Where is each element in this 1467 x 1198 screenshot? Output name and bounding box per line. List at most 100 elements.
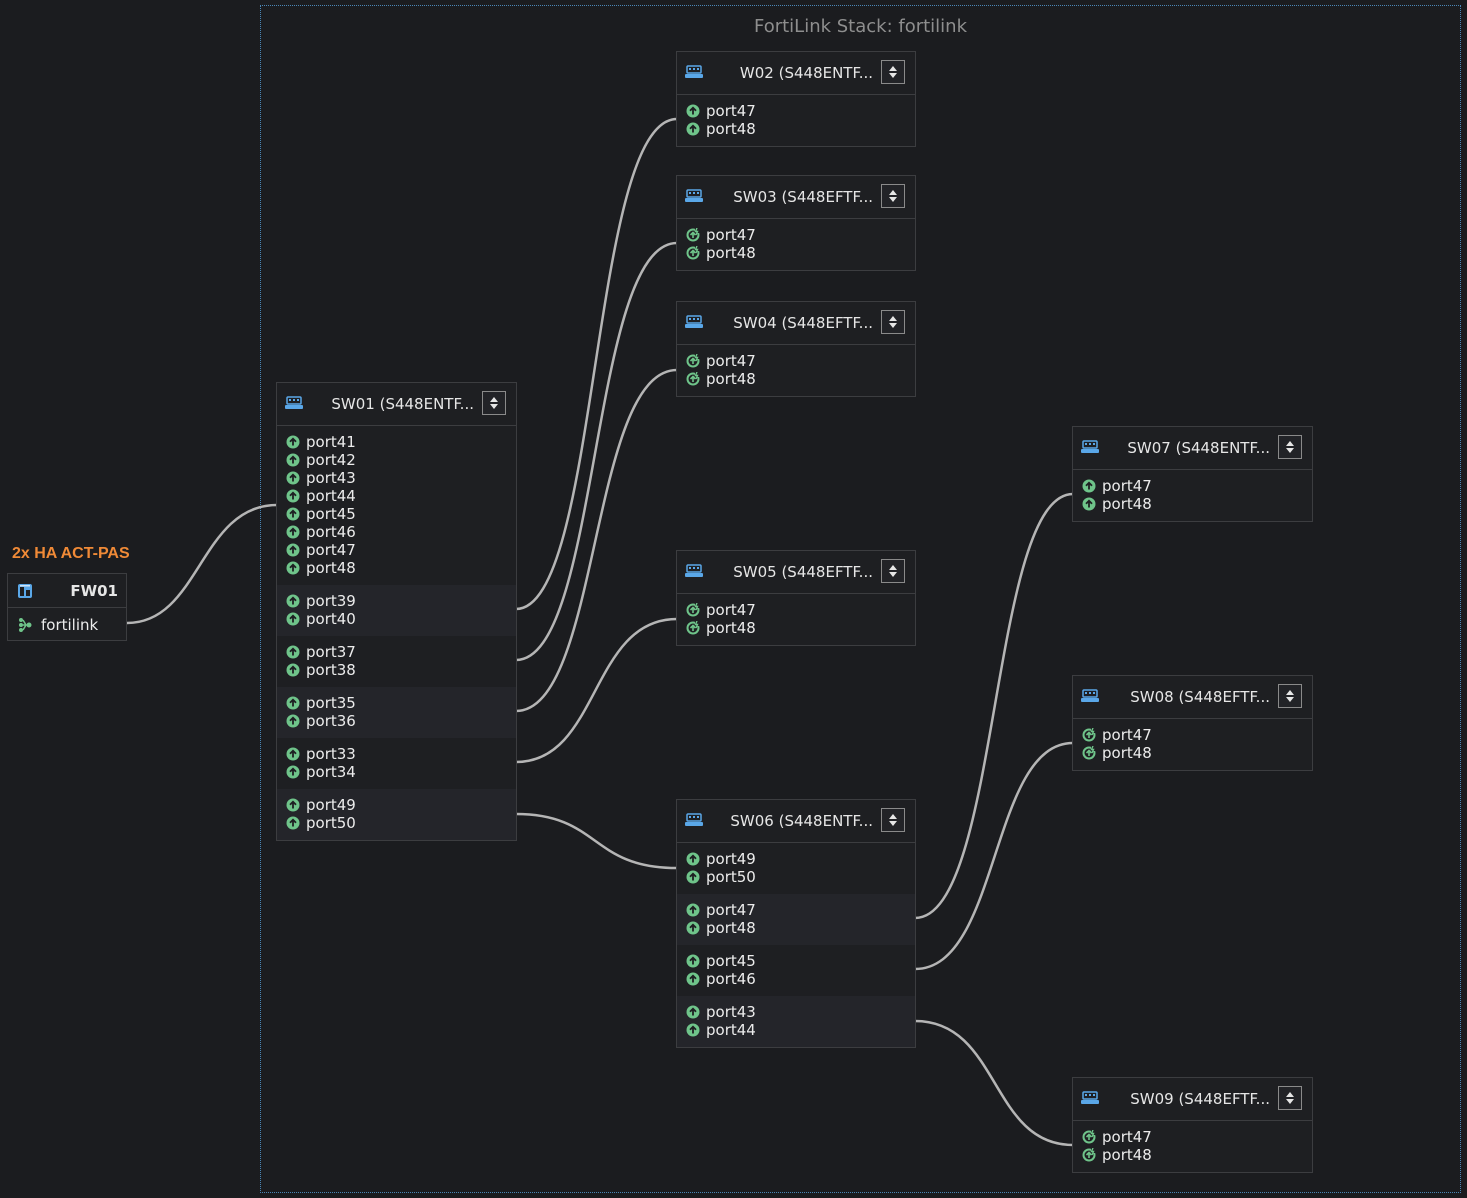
switch-node-sw05[interactable]: SW05 (S448EFTF... port47 port48 (676, 550, 916, 646)
port-row[interactable]: port48 (677, 370, 915, 388)
port-row[interactable]: port41 (277, 433, 516, 451)
port-label: port44 (706, 1021, 756, 1039)
port-sort-button[interactable] (1278, 1086, 1302, 1110)
port-up-icon (686, 903, 700, 917)
port-row[interactable]: port34 (277, 763, 516, 781)
port-up-icon (286, 714, 300, 728)
switch-icon (1081, 440, 1099, 453)
port-row[interactable]: port45 (677, 952, 915, 970)
port-row[interactable]: port46 (677, 970, 915, 988)
port-label: port44 (306, 487, 356, 505)
port-sort-button[interactable] (881, 184, 905, 208)
switch-node-sw08[interactable]: SW08 (S448EFTF... port47 port48 (1072, 675, 1313, 771)
port-row[interactable]: port43 (277, 469, 516, 487)
port-row[interactable]: port47 (677, 901, 915, 919)
port-row[interactable]: port47 (1073, 1128, 1312, 1146)
port-up-icon (286, 471, 300, 485)
port-row[interactable]: port37 (277, 643, 516, 661)
switch-title: SW07 (S448ENTF... (1127, 439, 1270, 457)
port-row[interactable]: port43 (677, 1003, 915, 1021)
port-group: port47 port48 (1073, 1121, 1312, 1172)
port-sort-button[interactable] (881, 310, 905, 334)
port-label: port48 (1102, 744, 1152, 762)
switch-icon (685, 564, 703, 577)
port-row[interactable]: port39 (277, 592, 516, 610)
switch-title: SW04 (S448EFTF... (733, 314, 873, 332)
switch-node-sw09[interactable]: SW09 (S448EFTF... port47 port48 (1072, 1077, 1313, 1173)
switch-node-sw02[interactable]: W02 (S448ENTF... port47 port48 (676, 51, 916, 147)
port-row[interactable]: port48 (1073, 1146, 1312, 1164)
port-sort-button[interactable] (1278, 684, 1302, 708)
port-row[interactable]: port49 (277, 796, 516, 814)
port-label: port45 (706, 952, 756, 970)
port-row[interactable]: port48 (677, 619, 915, 637)
switch-node-sw07[interactable]: SW07 (S448ENTF... port47 port48 (1072, 426, 1313, 522)
port-poe-up-icon (1082, 1130, 1096, 1144)
port-row[interactable]: port40 (277, 610, 516, 628)
firewall-node-fw01[interactable]: FW01 fortilink (7, 573, 127, 641)
port-up-icon (1082, 497, 1096, 511)
port-up-icon (686, 870, 700, 884)
switch-node-sw04[interactable]: SW04 (S448EFTF... port47 port48 (676, 301, 916, 397)
port-row[interactable]: port48 (1073, 744, 1312, 762)
port-row[interactable]: port38 (277, 661, 516, 679)
switch-icon (1081, 1091, 1099, 1104)
fortilink-port-row[interactable]: fortilink (8, 608, 126, 641)
port-up-icon (686, 104, 700, 118)
port-row[interactable]: port48 (677, 919, 915, 937)
port-row[interactable]: port33 (277, 745, 516, 763)
port-row[interactable]: port47 (277, 541, 516, 559)
port-up-icon (286, 435, 300, 449)
port-row[interactable]: port50 (277, 814, 516, 832)
port-poe-up-icon (686, 603, 700, 617)
port-group: port47 port48 (677, 219, 915, 270)
port-row[interactable]: port49 (677, 850, 915, 868)
port-row[interactable]: port48 (677, 244, 915, 262)
switch-node-sw01[interactable]: SW01 (S448ENTF... port41 port42 port43 port4… (276, 382, 517, 841)
port-group: port47 port48 (1073, 719, 1312, 770)
port-row[interactable]: port48 (677, 120, 915, 138)
port-row[interactable]: port35 (277, 694, 516, 712)
port-row[interactable]: port44 (277, 487, 516, 505)
port-row[interactable]: port47 (1073, 477, 1312, 495)
switch-header: SW07 (S448ENTF... (1073, 427, 1312, 470)
port-sort-button[interactable] (881, 60, 905, 84)
port-up-icon (686, 122, 700, 136)
port-label: port48 (1102, 495, 1152, 513)
port-row[interactable]: port42 (277, 451, 516, 469)
port-label: port48 (1102, 1146, 1152, 1164)
port-sort-button[interactable] (881, 808, 905, 832)
switch-header: SW06 (S448ENTF... (677, 800, 915, 843)
port-up-icon (286, 453, 300, 467)
port-row[interactable]: port48 (1073, 495, 1312, 513)
port-row[interactable]: port47 (677, 226, 915, 244)
sort-arrows-icon (490, 397, 498, 409)
port-label: port50 (306, 814, 356, 832)
port-group: port47 port48 (677, 594, 915, 645)
port-up-icon (686, 852, 700, 866)
port-up-icon (286, 816, 300, 830)
port-row[interactable]: port44 (677, 1021, 915, 1039)
port-row[interactable]: port48 (277, 559, 516, 577)
port-row[interactable]: port47 (677, 102, 915, 120)
port-group: port41 port42 port43 port44 port45 port46 port… (277, 426, 516, 585)
port-row[interactable]: port47 (677, 352, 915, 370)
port-up-icon (286, 489, 300, 503)
port-row[interactable]: port50 (677, 868, 915, 886)
port-row[interactable]: port47 (677, 601, 915, 619)
port-up-icon (286, 525, 300, 539)
sort-arrows-icon (1286, 690, 1294, 702)
port-group: port35 port36 (277, 687, 516, 738)
port-up-icon (686, 921, 700, 935)
switch-node-sw03[interactable]: SW03 (S448EFTF... port47 port48 (676, 175, 916, 271)
switch-node-sw06[interactable]: SW06 (S448ENTF... port49 port50 port47 port4… (676, 799, 916, 1048)
port-row[interactable]: port45 (277, 505, 516, 523)
port-sort-button[interactable] (482, 391, 506, 415)
port-row[interactable]: port36 (277, 712, 516, 730)
port-row[interactable]: port47 (1073, 726, 1312, 744)
port-row[interactable]: port46 (277, 523, 516, 541)
port-label: port46 (306, 523, 356, 541)
port-sort-button[interactable] (881, 559, 905, 583)
port-sort-button[interactable] (1278, 435, 1302, 459)
sort-arrows-icon (889, 190, 897, 202)
